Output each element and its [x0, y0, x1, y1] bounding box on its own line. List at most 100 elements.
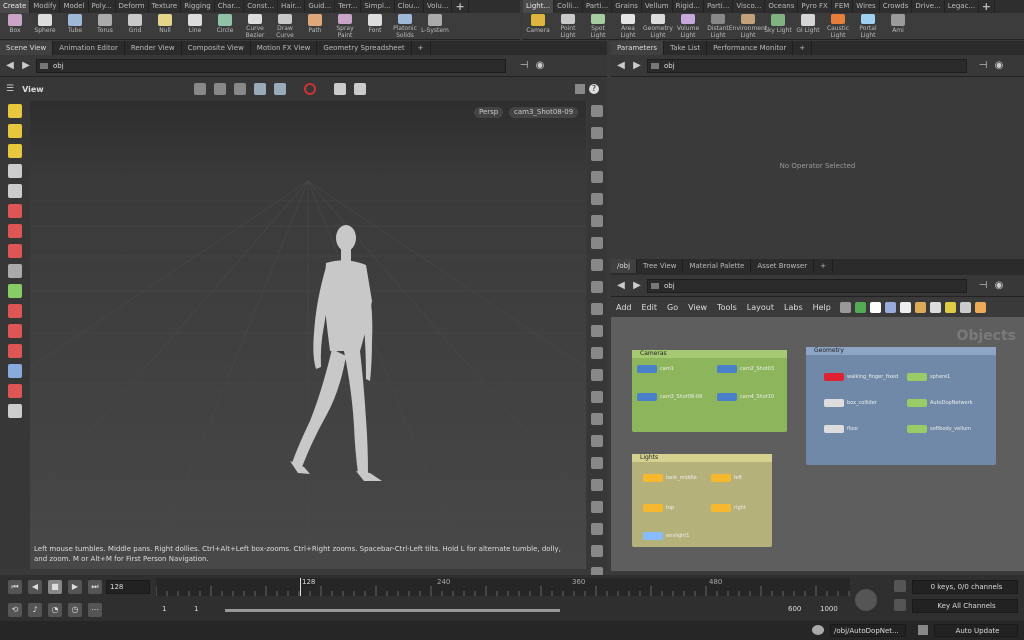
- menu-go[interactable]: Go: [667, 303, 678, 312]
- tab-render-view[interactable]: Render View: [125, 41, 182, 55]
- tab-tree-view[interactable]: Tree View: [637, 259, 684, 273]
- display-option-icon[interactable]: [591, 127, 603, 139]
- toolbar-icon[interactable]: [914, 301, 926, 313]
- tool-ami[interactable]: Ami: [883, 13, 913, 39]
- tab-deform[interactable]: Deform: [116, 0, 149, 13]
- tool-portal-light[interactable]: Portal Light: [853, 13, 883, 39]
- tool-gi-light[interactable]: GI Light: [793, 13, 823, 39]
- toolbar-icon[interactable]: [929, 301, 941, 313]
- pin-icon[interactable]: ⊣: [518, 60, 530, 72]
- tab-fem[interactable]: FEM: [832, 0, 854, 13]
- pin-icon[interactable]: [575, 84, 585, 94]
- camera-node[interactable]: cam3_Shot08-09: [637, 393, 702, 401]
- tab-parameters[interactable]: Parameters: [611, 41, 665, 55]
- tool-line[interactable]: Line: [180, 13, 210, 39]
- render-icon[interactable]: [273, 83, 286, 95]
- display-option-icon[interactable]: [591, 105, 603, 117]
- display-option-icon[interactable]: [591, 523, 603, 535]
- camera-node[interactable]: cam2_Shot03: [717, 365, 774, 373]
- display-option-icon[interactable]: [591, 413, 603, 425]
- scene-path-field[interactable]: obj: [36, 58, 506, 73]
- toolbar-icon[interactable]: [884, 301, 896, 313]
- left-tool-icon[interactable]: [8, 224, 22, 238]
- tool-geometry-light[interactable]: Geometry Light: [643, 13, 673, 39]
- light-node[interactable]: top: [643, 504, 674, 512]
- range-start[interactable]: 1: [194, 605, 198, 613]
- link-icon[interactable]: ◉: [534, 60, 546, 72]
- display-option-icon[interactable]: [591, 325, 603, 337]
- viewport-menu-icon[interactable]: ☰: [6, 84, 14, 94]
- loop-icon[interactable]: ⟲: [8, 603, 22, 617]
- play-icon[interactable]: ▶: [68, 580, 82, 594]
- tab-wires[interactable]: Wires: [853, 0, 880, 13]
- tool-caustic-light[interactable]: Caustic Light: [823, 13, 853, 39]
- geometry-node[interactable]: softbody_vellum: [907, 425, 971, 433]
- forward-arrow-icon[interactable]: ▶: [20, 60, 32, 72]
- help-icon[interactable]: ?: [589, 84, 599, 94]
- clock-icon[interactable]: ◷: [68, 603, 82, 617]
- tab-model[interactable]: Model: [60, 0, 89, 13]
- tool-path[interactable]: Path: [300, 13, 330, 39]
- tool-sphere[interactable]: Sphere: [30, 13, 60, 39]
- realtime-icon[interactable]: ◔: [48, 603, 62, 617]
- tab-geometry-spreadsheet[interactable]: Geometry Spreadsheet: [317, 41, 412, 55]
- tab-texture[interactable]: Texture: [149, 0, 182, 13]
- tab-guid-[interactable]: Guid...: [305, 0, 336, 13]
- back-arrow-icon[interactable]: ◀: [615, 60, 627, 72]
- tab-const-[interactable]: Const...: [244, 0, 278, 13]
- tool-spot-light[interactable]: Spot Light: [583, 13, 613, 39]
- toolbar-icon[interactable]: [839, 301, 851, 313]
- light-node[interactable]: right: [711, 504, 746, 512]
- play-reverse-icon[interactable]: ◀: [28, 580, 42, 594]
- tool-tube[interactable]: Tube: [60, 13, 90, 39]
- forward-arrow-icon[interactable]: ▶: [631, 60, 643, 72]
- menu-view[interactable]: View: [688, 303, 707, 312]
- chat-icon[interactable]: [812, 625, 824, 635]
- left-tool-icon[interactable]: [8, 244, 22, 258]
- timeline-ruler[interactable]: 128 240 360 480: [155, 578, 850, 596]
- display-option-icon[interactable]: [591, 303, 603, 315]
- tool-curve-bezier[interactable]: Curve Bezier: [240, 13, 270, 39]
- tab-poly-[interactable]: Poly...: [89, 0, 116, 13]
- tab-simpl-[interactable]: Simpl...: [361, 0, 395, 13]
- tab-parti-[interactable]: Parti...: [704, 0, 734, 13]
- left-tool-icon[interactable]: [8, 284, 22, 298]
- display-option-icon[interactable]: [591, 391, 603, 403]
- menu-edit[interactable]: Edit: [642, 303, 658, 312]
- tool-environment-light[interactable]: Environment Light: [729, 13, 767, 39]
- display-option-icon[interactable]: [591, 171, 603, 183]
- toolbar-icon[interactable]: [944, 301, 956, 313]
- add-tab-icon[interactable]: +: [814, 259, 833, 273]
- forward-arrow-icon[interactable]: ▶: [631, 280, 643, 292]
- menu-tools[interactable]: Tools: [717, 303, 737, 312]
- tool-area-light[interactable]: Area Light: [613, 13, 643, 39]
- params-path-field[interactable]: obj: [647, 58, 967, 73]
- menu-add[interactable]: Add: [616, 303, 632, 312]
- tab-create[interactable]: Create: [0, 0, 31, 13]
- toolbar-icon[interactable]: [959, 301, 971, 313]
- key-icon[interactable]: [894, 580, 906, 592]
- left-tool-icon[interactable]: [8, 104, 22, 118]
- display-option-icon[interactable]: [591, 501, 603, 513]
- network-editor[interactable]: Objects Cameras Geometry Lights cam1 cam2…: [611, 317, 1024, 571]
- tab-legac-[interactable]: Legac...: [945, 0, 979, 13]
- camera-node[interactable]: cam4_Shot10: [717, 393, 774, 401]
- tool-sky-light[interactable]: Sky Light: [763, 13, 793, 39]
- light-node[interactable]: left: [711, 474, 742, 482]
- link-icon[interactable]: ◉: [993, 280, 1005, 292]
- tab-rigid-[interactable]: Rigid...: [673, 0, 704, 13]
- camera-node[interactable]: cam1: [637, 365, 674, 373]
- tab-asset-browser[interactable]: Asset Browser: [751, 259, 815, 273]
- tab-pyro-fx[interactable]: Pyro FX: [798, 0, 832, 13]
- display-option-icon[interactable]: [591, 259, 603, 271]
- tab-scene-view[interactable]: Scene View: [0, 41, 54, 55]
- tool-grid[interactable]: Grid: [120, 13, 150, 39]
- camera-icon[interactable]: [333, 83, 346, 95]
- light-node[interactable]: envlight1: [643, 532, 689, 540]
- tab-parti-[interactable]: Parti...: [583, 0, 613, 13]
- playhead[interactable]: [300, 578, 301, 596]
- tab-performance-monitor[interactable]: Performance Monitor: [707, 41, 794, 55]
- tool-null[interactable]: Null: [150, 13, 180, 39]
- tool-circle[interactable]: Circle: [210, 13, 240, 39]
- tab-terr-[interactable]: Terr...: [335, 0, 362, 13]
